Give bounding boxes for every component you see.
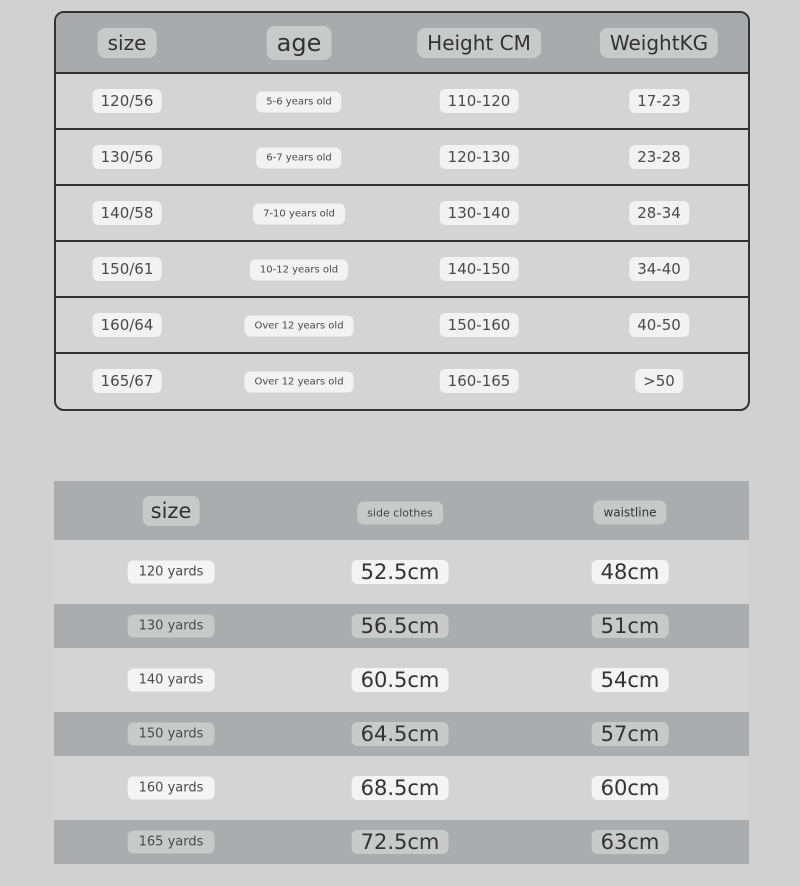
header-size: size	[97, 27, 157, 58]
height-value: 110-120	[439, 89, 519, 113]
height-value: 160-165	[439, 369, 519, 393]
size-value: 150 yards	[127, 722, 215, 746]
size-value: 160/64	[92, 313, 162, 337]
size-value: 130 yards	[127, 614, 215, 638]
size-age-table: size age Height CM WeightKG 120/56 5-6 ye…	[54, 11, 750, 411]
side-clothes-value: 68.5cm	[351, 776, 449, 800]
weight-value: 40-50	[629, 313, 689, 337]
weight-value: 34-40	[629, 257, 689, 281]
side-clothes-value: 56.5cm	[351, 614, 449, 638]
table-row: 140/58 7-10 years old 130-140 28-34	[56, 186, 748, 242]
table-row: 130/56 6-7 years old 120-130 23-28	[56, 130, 748, 186]
table-row: 160/64 Over 12 years old 150-160 40-50	[56, 298, 748, 354]
table-row: 150/61 10-12 years old 140-150 34-40	[56, 242, 748, 298]
waistline-value: 57cm	[591, 722, 669, 746]
size-value: 140 yards	[127, 668, 215, 692]
age-value: Over 12 years old	[244, 371, 354, 393]
table-row: 150 yards 64.5cm 57cm	[54, 712, 749, 756]
size-value: 140/58	[92, 201, 162, 225]
measurement-table-header: size side clothes waistline	[54, 481, 749, 540]
height-value: 150-160	[439, 313, 519, 337]
weight-value: 17-23	[629, 89, 689, 113]
age-value: Over 12 years old	[244, 315, 354, 337]
age-value: 7-10 years old	[253, 203, 345, 225]
table-row: 165/67 Over 12 years old 160-165 >50	[56, 354, 748, 408]
waistline-value: 63cm	[591, 830, 669, 854]
weight-value: 23-28	[629, 145, 689, 169]
waistline-value: 60cm	[591, 776, 669, 800]
waistline-value: 54cm	[591, 668, 669, 692]
table-row: 120/56 5-6 years old 110-120 17-23	[56, 74, 748, 130]
height-value: 140-150	[439, 257, 519, 281]
size-value: 165/67	[92, 369, 162, 393]
size-value: 130/56	[92, 145, 162, 169]
weight-value: >50	[635, 369, 683, 393]
side-clothes-value: 52.5cm	[351, 560, 449, 584]
side-clothes-value: 60.5cm	[351, 668, 449, 692]
size-value: 165 yards	[127, 830, 215, 854]
header-age: age	[266, 25, 332, 60]
size-value: 150/61	[92, 257, 162, 281]
header-waistline: waistline	[593, 500, 667, 524]
waistline-value: 48cm	[591, 560, 669, 584]
size-value: 160 yards	[127, 776, 215, 800]
header-side-clothes: side clothes	[357, 501, 443, 524]
side-clothes-value: 64.5cm	[351, 722, 449, 746]
table-row: 165 yards 72.5cm 63cm	[54, 820, 749, 864]
table-row: 140 yards 60.5cm 54cm	[54, 648, 749, 712]
size-table-header: size age Height CM WeightKG	[56, 13, 748, 74]
height-value: 130-140	[439, 201, 519, 225]
header-size: size	[142, 495, 200, 526]
measurement-table: size side clothes waistline 120 yards 52.…	[54, 481, 749, 864]
size-value: 120 yards	[127, 560, 215, 584]
size-value: 120/56	[92, 89, 162, 113]
waistline-value: 51cm	[591, 614, 669, 638]
header-height: Height CM	[417, 27, 541, 58]
table-row: 130 yards 56.5cm 51cm	[54, 604, 749, 648]
age-value: 6-7 years old	[256, 147, 342, 169]
side-clothes-value: 72.5cm	[351, 830, 449, 854]
table-row: 120 yards 52.5cm 48cm	[54, 540, 749, 604]
age-value: 5-6 years old	[256, 91, 342, 113]
age-value: 10-12 years old	[249, 259, 349, 281]
header-weight: WeightKG	[599, 27, 719, 58]
weight-value: 28-34	[629, 201, 689, 225]
table-row: 160 yards 68.5cm 60cm	[54, 756, 749, 820]
height-value: 120-130	[439, 145, 519, 169]
